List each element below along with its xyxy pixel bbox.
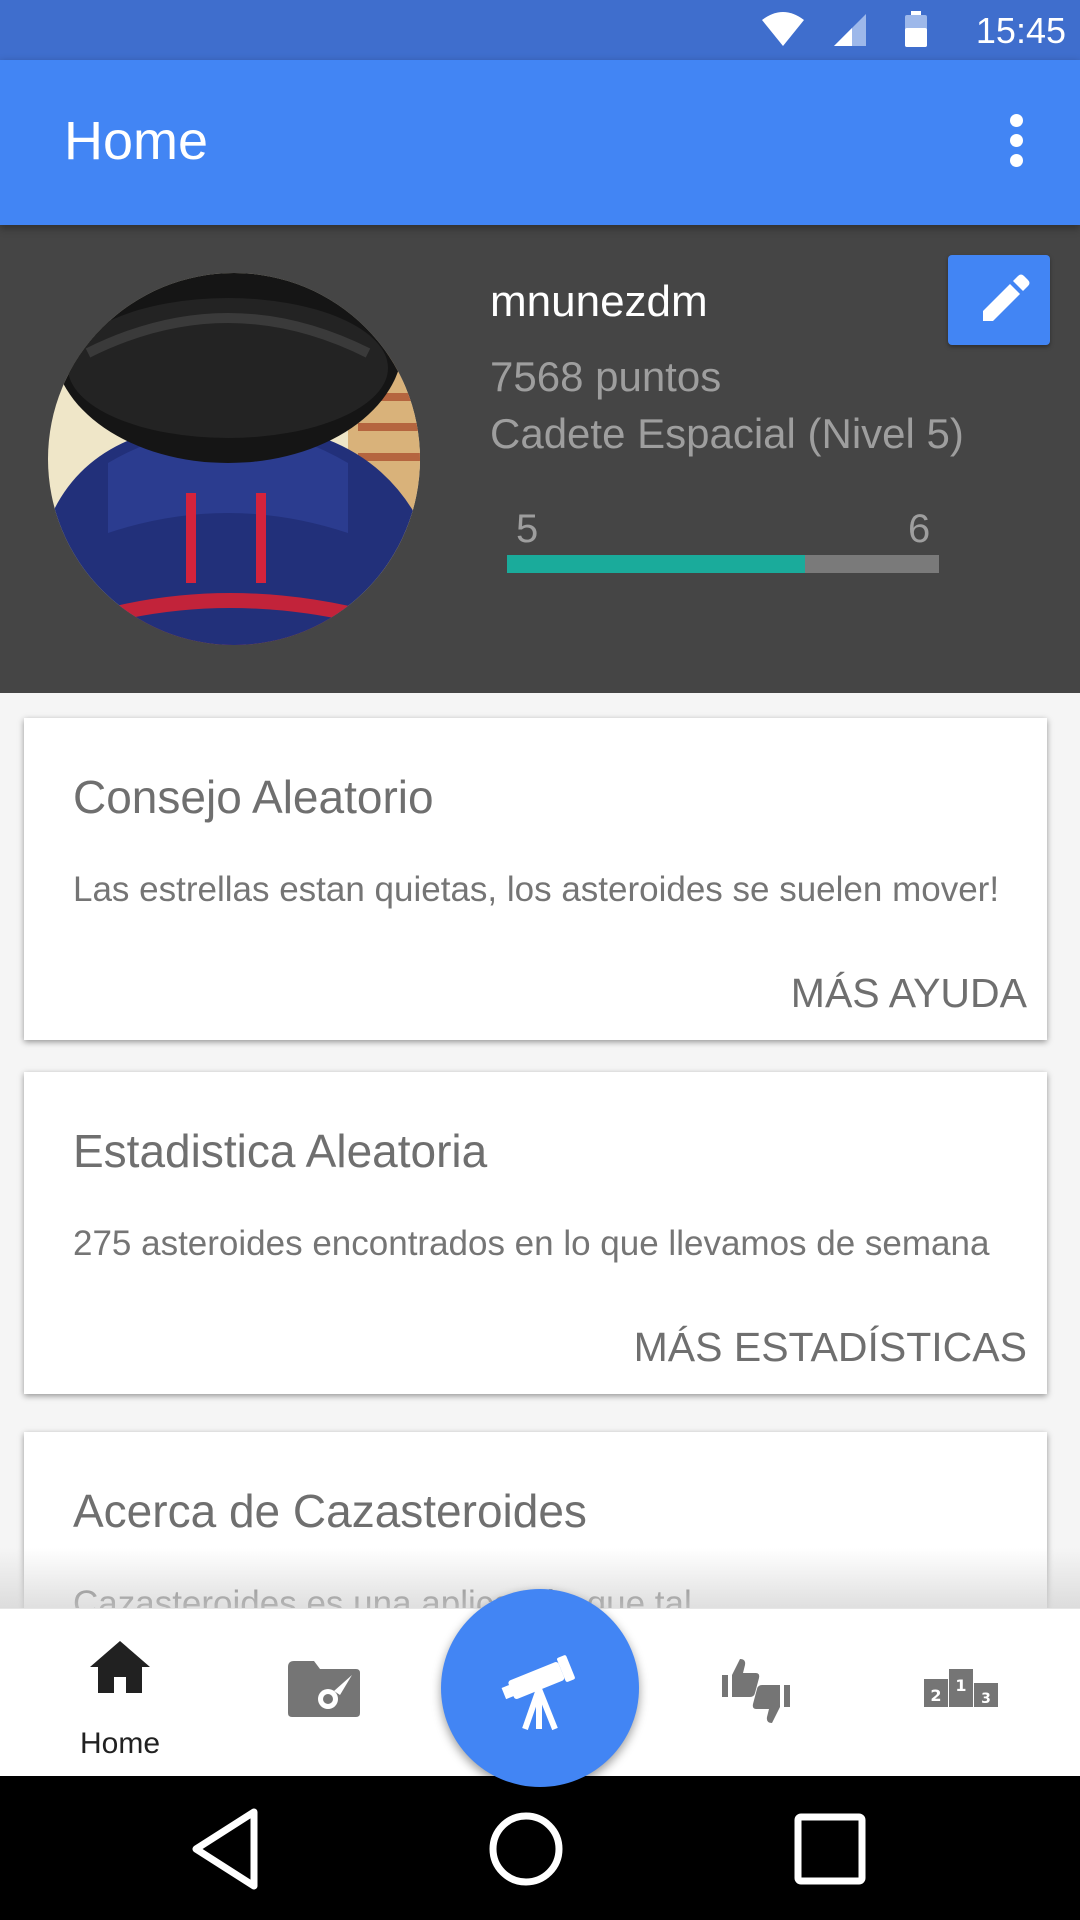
card-title: Consejo Aleatorio bbox=[73, 771, 434, 823]
battery-icon bbox=[905, 11, 927, 47]
home-circle-icon[interactable] bbox=[481, 1804, 571, 1894]
podium-icon: 2 1 3 bbox=[924, 1669, 998, 1707]
page-title: Home bbox=[64, 111, 209, 171]
card-text: Las estrellas estan quietas, los asteroi… bbox=[73, 870, 1000, 909]
app-bar: Home bbox=[0, 60, 1080, 225]
nav-item-home[interactable]: Home bbox=[40, 1609, 200, 1777]
svg-text:3: 3 bbox=[981, 1691, 991, 1707]
nav-item-ranking[interactable]: 2 1 3 bbox=[880, 1609, 1040, 1777]
tip-card: Consejo Aleatorio Las estrellas estan qu… bbox=[24, 718, 1047, 1040]
home-icon bbox=[90, 1641, 150, 1693]
about-card: Acerca de Cazasteroides Cazasteroides es… bbox=[24, 1432, 1047, 1608]
thumbs-up-down-icon bbox=[722, 1659, 790, 1723]
system-navigation-bar bbox=[0, 1776, 1080, 1920]
card-text: 275 asteroides encontrados en lo que lle… bbox=[73, 1224, 990, 1263]
edit-profile-button[interactable] bbox=[948, 255, 1050, 345]
asteroid-folder-icon bbox=[288, 1661, 360, 1717]
recents-icon[interactable] bbox=[785, 1804, 875, 1894]
level-progress-fill bbox=[507, 555, 806, 573]
nav-item-asteroids[interactable] bbox=[244, 1609, 404, 1777]
avatar-image bbox=[48, 273, 420, 645]
telescope-button[interactable] bbox=[441, 1589, 639, 1787]
avatar[interactable] bbox=[48, 273, 420, 645]
back-icon[interactable] bbox=[180, 1804, 270, 1894]
nav-label-home: Home bbox=[79, 1727, 161, 1760]
card-text: Cazasteroides es una aplicación que tal bbox=[73, 1584, 692, 1608]
wifi-icon bbox=[762, 12, 804, 46]
username: mnunezdm bbox=[490, 277, 708, 326]
stat-card: Estadistica Aleatoria 275 asteroides enc… bbox=[24, 1072, 1047, 1394]
telescope-icon bbox=[501, 1655, 575, 1731]
svg-text:1: 1 bbox=[955, 1676, 966, 1695]
rank-text: Cadete Espacial (Nivel 5) bbox=[490, 410, 964, 457]
points-text: 7568 puntos bbox=[490, 353, 722, 400]
status-bar: 15:45 bbox=[0, 0, 1080, 60]
more-stats-button[interactable]: MÁS ESTADÍSTICAS bbox=[634, 1324, 1027, 1371]
content-scroll[interactable]: Consejo Aleatorio Las estrellas estan qu… bbox=[0, 693, 1080, 1608]
cell-signal-icon bbox=[834, 14, 866, 46]
pencil-icon bbox=[983, 274, 1030, 321]
level-progress-bar bbox=[507, 555, 939, 573]
level-to: 6 bbox=[908, 507, 931, 551]
svg-text:2: 2 bbox=[930, 1686, 941, 1705]
more-help-button[interactable]: MÁS AYUDA bbox=[791, 970, 1027, 1017]
nav-item-votes[interactable] bbox=[676, 1609, 836, 1777]
more-vert-icon[interactable] bbox=[996, 112, 1036, 172]
profile-header: mnunezdm 7568 puntos Cadete Espacial (Ni… bbox=[0, 225, 1080, 693]
level-from: 5 bbox=[516, 507, 539, 551]
status-time: 15:45 bbox=[975, 10, 1066, 51]
card-title: Estadistica Aleatoria bbox=[73, 1125, 488, 1177]
card-title: Acerca de Cazasteroides bbox=[73, 1485, 587, 1537]
